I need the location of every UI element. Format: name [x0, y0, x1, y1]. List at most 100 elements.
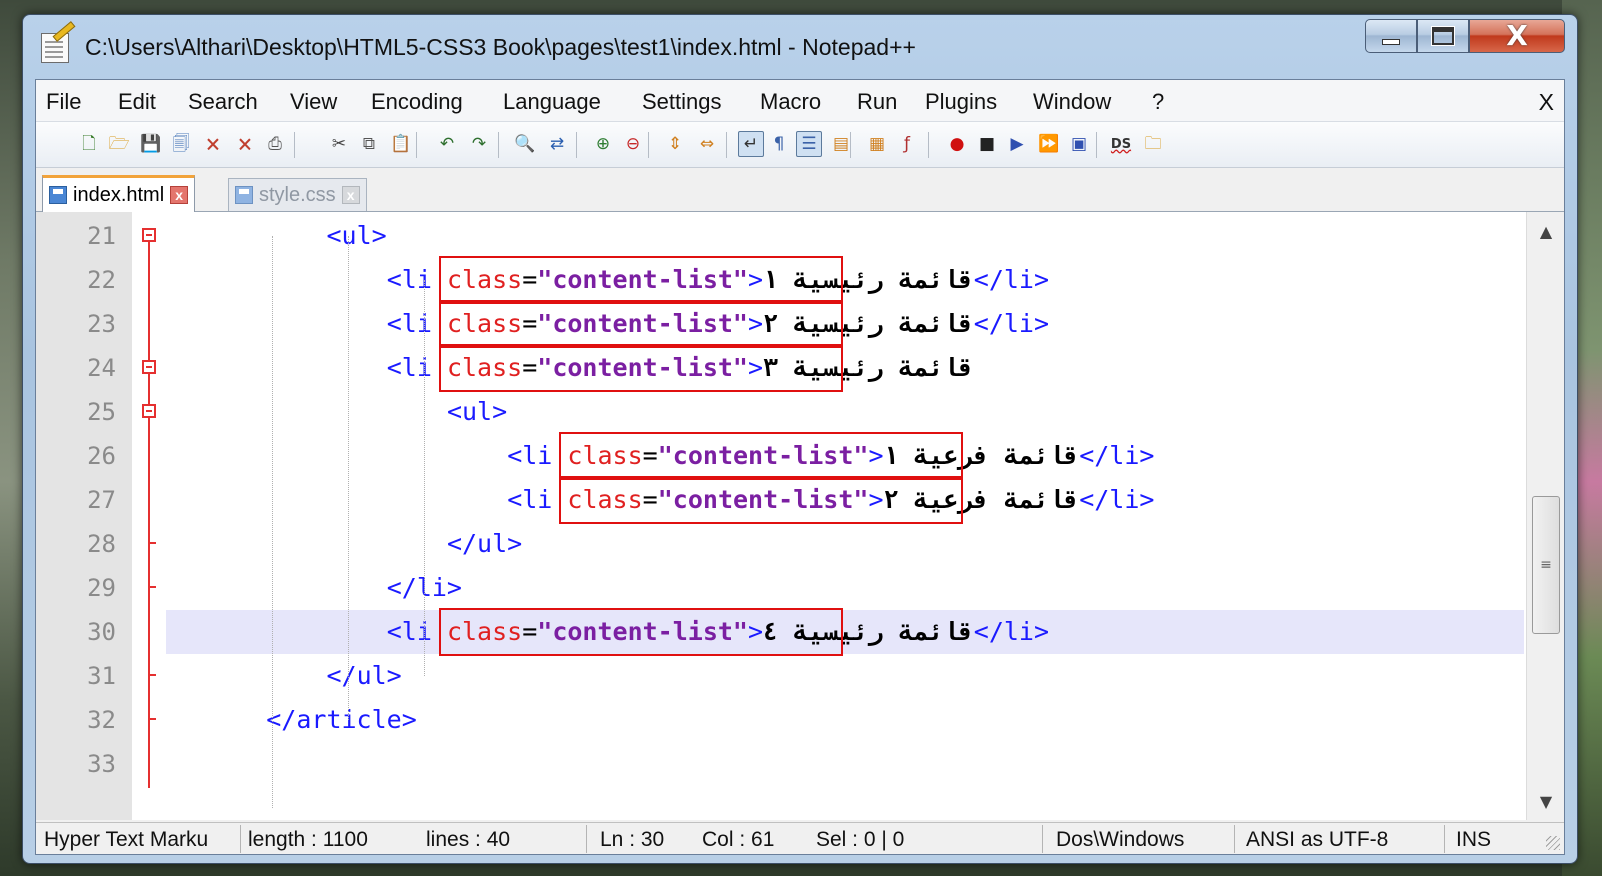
save-button[interactable]: 💾	[138, 131, 164, 157]
tab-style-css[interactable]: style.css x	[228, 178, 367, 211]
tab-close-icon[interactable]: x	[170, 186, 189, 204]
menu-view[interactable]: View	[290, 89, 337, 115]
code-line[interactable]	[36, 390, 1524, 434]
show-all-chars-icon: ¶	[773, 133, 785, 154]
stop-record-button[interactable]: ■	[974, 131, 1000, 157]
scroll-up-arrow-icon[interactable]: ▲	[1527, 216, 1564, 246]
menu-settings[interactable]: Settings	[642, 89, 722, 115]
plugin-button[interactable]: 🗀	[1140, 131, 1166, 157]
tab-close-icon[interactable]: x	[341, 186, 360, 204]
code-line[interactable]	[36, 522, 1524, 566]
title-bar[interactable]: C:\Users\Althari\Desktop\HTML5-CSS3 Book…	[23, 15, 1577, 79]
resize-grip[interactable]	[1546, 836, 1560, 850]
minimize-button[interactable]	[1365, 19, 1417, 53]
zoom-out-icon: ⊖	[625, 133, 641, 154]
print-button[interactable]: ⎙	[262, 131, 288, 157]
fold-end-marker	[148, 718, 156, 720]
function-list-button[interactable]: ƒ	[894, 131, 920, 157]
new-file-button[interactable]: 🗋	[76, 131, 102, 157]
highlight-box	[559, 432, 963, 480]
fold-end-marker	[148, 674, 156, 676]
line-number: 26	[87, 442, 116, 470]
code-line[interactable]	[36, 214, 1524, 258]
scroll-thumb[interactable]: ≡	[1532, 496, 1560, 634]
fold-toggle-icon[interactable]	[142, 404, 156, 418]
save-macro-button[interactable]: ▣	[1066, 131, 1092, 157]
line-number: 29	[87, 574, 116, 602]
zoom-in-button[interactable]: ⊕	[590, 131, 616, 157]
save-all-button[interactable]: 🗐	[168, 131, 194, 157]
run-macro-multiple-button[interactable]: ⏩	[1036, 131, 1062, 157]
close-button[interactable]: X	[1469, 19, 1565, 53]
menu-run[interactable]: Run	[857, 89, 897, 115]
line-number: 22	[87, 266, 116, 294]
vertical-scrollbar[interactable]: ▲ ≡ ▼	[1526, 212, 1564, 820]
line-number: 31	[87, 662, 116, 690]
fold-toggle-icon[interactable]	[142, 228, 156, 242]
menu-help[interactable]: ?	[1152, 89, 1164, 115]
code-line[interactable]	[36, 742, 1524, 786]
menu-window[interactable]: Window	[1033, 89, 1111, 115]
maximize-button[interactable]	[1417, 19, 1469, 53]
close-icon: X	[1506, 19, 1528, 52]
find-icon: 🔍	[514, 133, 536, 154]
sync-vertical-button[interactable]: ⇕	[662, 131, 688, 157]
undo-button[interactable]: ↶	[434, 131, 460, 157]
menu-language[interactable]: Language	[503, 89, 601, 115]
tab-index-html[interactable]: index.html x	[42, 175, 196, 212]
paste-button[interactable]: 📋	[388, 131, 414, 157]
html-tag: <li	[507, 441, 568, 470]
close-all-button[interactable]: 🗙	[232, 131, 258, 157]
line-number: 25	[87, 398, 116, 426]
minimize-icon	[1382, 39, 1400, 45]
toolbar-separator	[928, 132, 929, 158]
menu-plugins[interactable]: Plugins	[925, 89, 997, 115]
close-button[interactable]: 🗙	[200, 131, 226, 157]
menu-macro[interactable]: Macro	[760, 89, 821, 115]
highlight-box	[438, 608, 843, 656]
zoom-in-icon: ⊕	[595, 133, 611, 154]
cut-button[interactable]: ✂	[326, 131, 352, 157]
redo-button[interactable]: ↷	[466, 131, 492, 157]
notepad-app-icon[interactable]	[41, 33, 69, 63]
menu-file[interactable]: File	[46, 89, 81, 115]
save-macro-icon: ▣	[1070, 133, 1088, 154]
menu-encoding[interactable]: Encoding	[371, 89, 463, 115]
saved-file-icon	[49, 186, 67, 204]
status-divider	[240, 825, 241, 853]
menu-edit[interactable]: Edit	[118, 89, 156, 115]
sync-horizontal-icon: ⇔	[699, 133, 715, 154]
code-line[interactable]	[36, 566, 1524, 610]
document-map-icon: ▦	[868, 133, 886, 154]
code-editor[interactable]: 21 <ul> 22 <li class="content-list">قائمة ر…	[36, 212, 1564, 820]
spell-check-button[interactable]: DS	[1108, 131, 1134, 157]
code-line[interactable]	[36, 654, 1524, 698]
sync-horizontal-button[interactable]: ⇔	[694, 131, 720, 157]
fold-toggle-icon[interactable]	[142, 360, 156, 374]
scroll-down-arrow-icon[interactable]: ▼	[1527, 786, 1564, 816]
replace-button[interactable]: ⇄	[544, 131, 570, 157]
indent-guide-button[interactable]: ☰	[796, 131, 822, 157]
word-wrap-button[interactable]: ↵	[738, 131, 764, 157]
code-text: </ul>	[447, 522, 522, 566]
tab-label: style.css	[259, 183, 336, 206]
status-insert-mode: INS	[1456, 828, 1492, 851]
line-number: 23	[87, 310, 116, 338]
menu-search[interactable]: Search	[188, 89, 258, 115]
highlight-box	[559, 476, 963, 524]
open-file-button[interactable]: 🗁	[106, 131, 132, 157]
document-map-button[interactable]: ▦	[864, 131, 890, 157]
show-all-chars-button[interactable]: ¶	[766, 131, 792, 157]
sync-vertical-icon: ⇕	[667, 133, 683, 154]
html-tag: <li	[386, 265, 447, 294]
close-document-button[interactable]: X	[1539, 89, 1554, 116]
record-macro-icon: ●	[949, 133, 965, 154]
zoom-out-button[interactable]: ⊖	[620, 131, 646, 157]
status-ln: Ln : 30	[600, 828, 665, 851]
record-macro-button[interactable]: ●	[944, 131, 970, 157]
indent-guide	[272, 236, 273, 808]
find-button[interactable]: 🔍	[512, 131, 538, 157]
copy-button[interactable]: ⧉	[356, 131, 382, 157]
code-line[interactable]	[36, 698, 1524, 742]
play-macro-button[interactable]: ▶	[1004, 131, 1030, 157]
